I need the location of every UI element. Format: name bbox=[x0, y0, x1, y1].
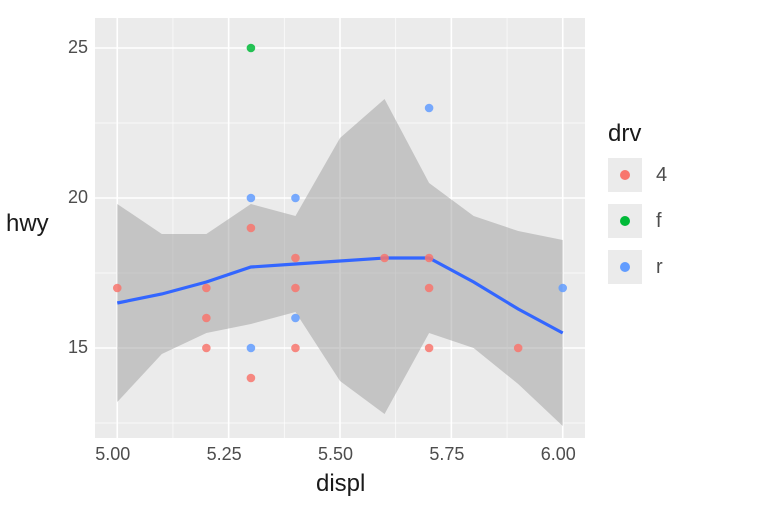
x-tick-525: 5.25 bbox=[207, 444, 242, 465]
legend-item-r: r bbox=[608, 250, 748, 284]
y-tick-15: 15 bbox=[62, 337, 88, 358]
legend-title: drv bbox=[608, 120, 748, 148]
y-tick-25: 25 bbox=[62, 37, 88, 58]
y-axis-title: hwy bbox=[6, 210, 49, 238]
x-tick-500: 5.00 bbox=[95, 444, 130, 465]
legend-label-4: 4 bbox=[656, 164, 667, 187]
legend-dot-f bbox=[620, 216, 630, 226]
legend-item-f: f bbox=[608, 204, 748, 238]
chart-container: 25 20 15 5.00 5.25 5.50 5.75 6.00 displ … bbox=[0, 0, 768, 512]
legend-dot-r bbox=[620, 262, 630, 272]
legend: drv 4 f r bbox=[608, 120, 748, 296]
legend-item-4: 4 bbox=[608, 158, 748, 192]
x-tick-575: 5.75 bbox=[429, 444, 464, 465]
legend-key-r bbox=[608, 250, 642, 284]
x-tick-600: 6.00 bbox=[541, 444, 576, 465]
legend-key-4 bbox=[608, 158, 642, 192]
x-axis-title: displ bbox=[316, 470, 365, 498]
y-tick-20: 20 bbox=[62, 187, 88, 208]
legend-key-f bbox=[608, 204, 642, 238]
legend-label-f: f bbox=[656, 210, 662, 233]
plot-svg bbox=[95, 18, 585, 438]
plot-panel bbox=[95, 18, 585, 438]
x-tick-550: 5.50 bbox=[318, 444, 353, 465]
legend-label-r: r bbox=[656, 256, 663, 279]
legend-dot-4 bbox=[620, 170, 630, 180]
